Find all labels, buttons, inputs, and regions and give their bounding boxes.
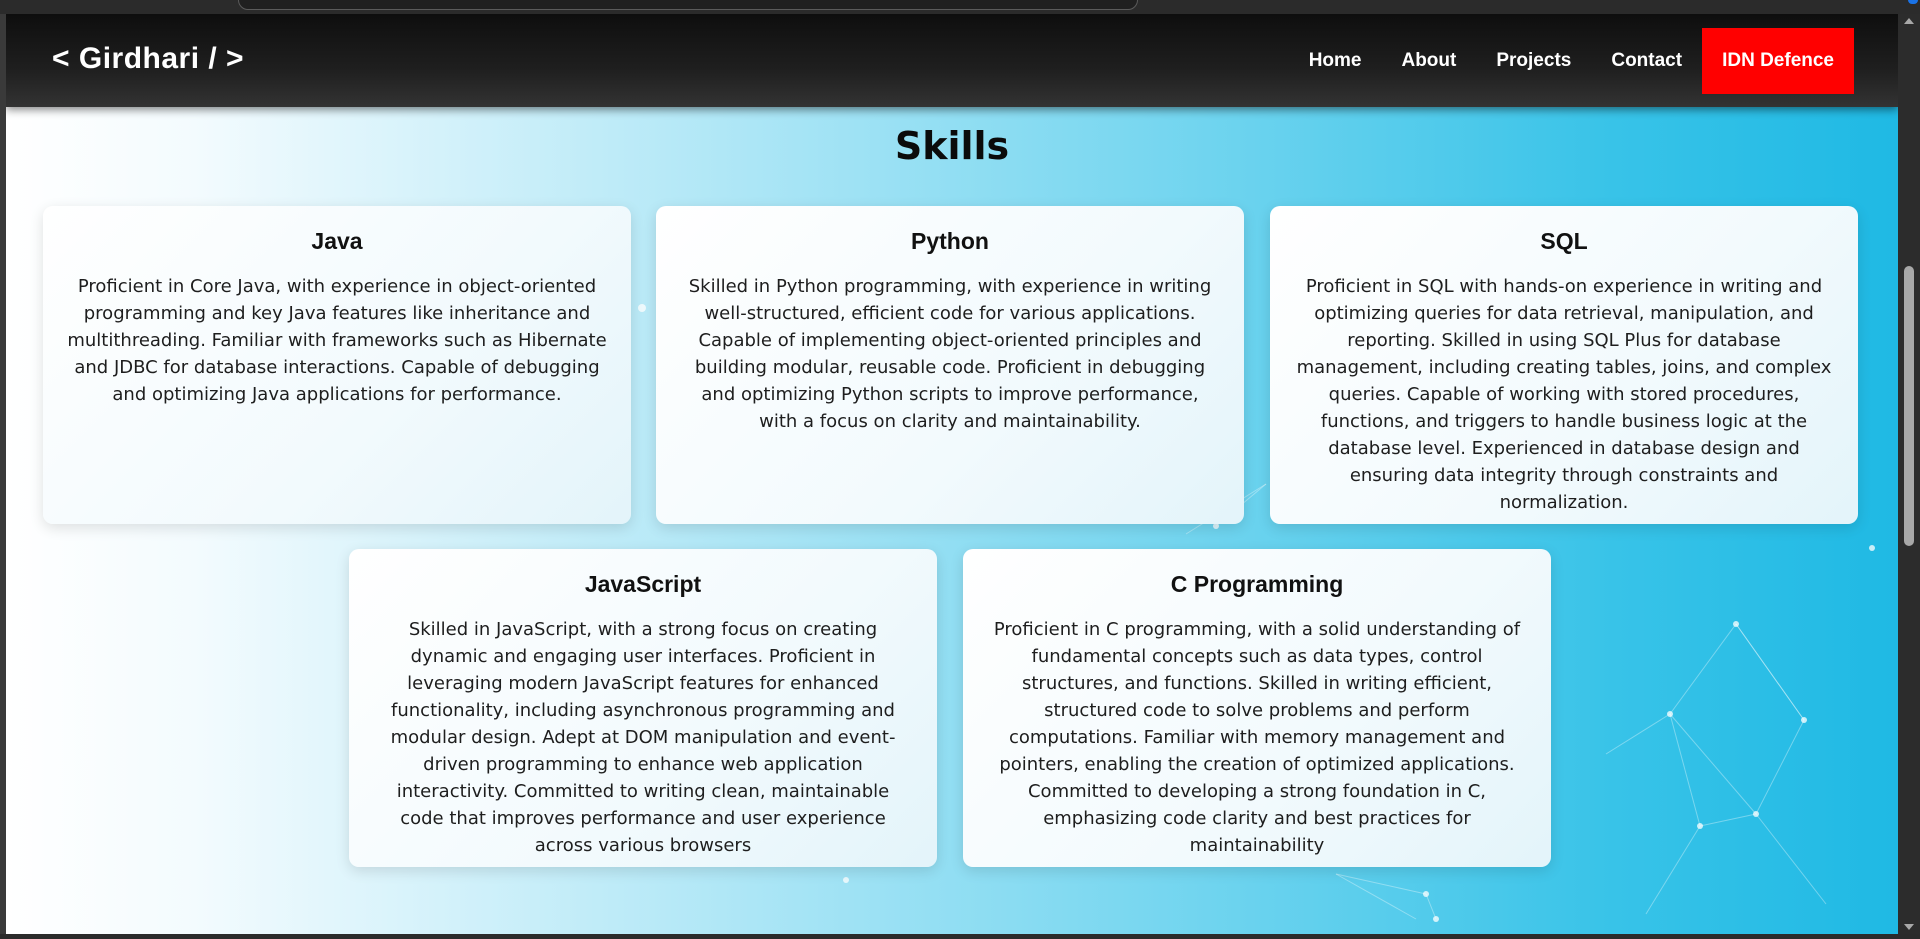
skill-card-text: Skilled in JavaScript, with a strong foc… (390, 619, 896, 856)
skills-heading: Skills (894, 124, 1010, 168)
page-scrollbar[interactable] (1898, 14, 1920, 934)
skill-card-sql: SQL Proficient in SQL with hands-on expe… (1270, 206, 1858, 524)
scroll-up-arrow-icon[interactable] (1904, 18, 1914, 24)
skill-card-text: Skilled in Python programming, with expe… (688, 276, 1212, 432)
skill-card-title: Python (911, 228, 989, 254)
browser-top-bar (0, 0, 1920, 14)
skill-card-text: Proficient in C programming, with a soli… (993, 619, 1521, 856)
skill-card-c-programming: C Programming Proficient in C programmin… (963, 549, 1551, 867)
navbar: < Girdhari / > Home About Projects Conta… (6, 14, 1898, 107)
skill-card-text: Proficient in Core Java, with experience… (67, 276, 607, 405)
skill-card-title: C Programming (1170, 571, 1344, 597)
address-bar[interactable] (238, 0, 1138, 10)
scroll-down-arrow-icon[interactable] (1904, 924, 1914, 930)
skill-card-java: Java Proficient in Core Java, with exper… (43, 206, 631, 524)
scrollbar-thumb[interactable] (1904, 266, 1914, 546)
nav-link-contact[interactable]: Contact (1591, 28, 1702, 94)
window-bottom-border (0, 934, 1920, 939)
skill-card-text: Proficient in SQL with hands-on experien… (1296, 276, 1832, 513)
page-viewport: < Girdhari / > Home About Projects Conta… (6, 14, 1898, 934)
nav-link-about[interactable]: About (1381, 28, 1476, 94)
browser-indicator (1908, 0, 1918, 4)
nav-links: Home About Projects Contact IDN Defence (1289, 28, 1854, 94)
skill-card-javascript: JavaScript Skilled in JavaScript, with a… (349, 549, 937, 867)
skill-card-title: JavaScript (584, 571, 702, 597)
skill-card-python: Python Skilled in Python programming, wi… (656, 206, 1244, 524)
skill-card-title: SQL (1540, 228, 1588, 254)
site-logo[interactable]: < Girdhari / > (52, 42, 244, 76)
idn-defence-button[interactable]: IDN Defence (1702, 28, 1854, 94)
skill-card-title: Java (311, 228, 363, 254)
nav-link-home[interactable]: Home (1289, 28, 1382, 94)
nav-link-projects[interactable]: Projects (1476, 28, 1591, 94)
